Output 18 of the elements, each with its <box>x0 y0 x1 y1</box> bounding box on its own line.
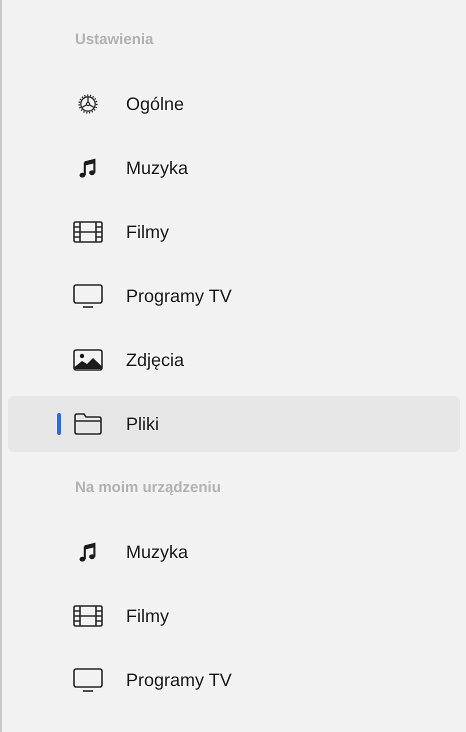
sidebar-item[interactable]: Filmy <box>8 588 460 644</box>
sidebar-item[interactable]: Filmy <box>8 204 460 260</box>
section-header: Na moim urządzeniu <box>75 478 221 498</box>
sidebar-item[interactable]: Muzyka <box>8 140 460 196</box>
monitor-icon <box>73 284 103 308</box>
sidebar-item[interactable]: Muzyka <box>8 524 460 580</box>
folder-icon <box>73 412 103 436</box>
sidebar-item[interactable]: Programy TV <box>8 268 460 324</box>
film-icon <box>73 604 103 628</box>
monitor-icon <box>73 668 103 692</box>
section-header: Ustawienia <box>75 30 154 50</box>
sidebar-item[interactable]: Zdjęcia <box>8 332 460 388</box>
sidebar-item[interactable]: Programy TV <box>8 652 460 708</box>
photo-icon <box>73 348 103 372</box>
sidebar-item[interactable]: Pliki <box>8 396 460 452</box>
selection-indicator <box>57 413 61 435</box>
film-icon <box>73 220 103 244</box>
sidebar-item[interactable]: Ogólne <box>8 76 460 132</box>
